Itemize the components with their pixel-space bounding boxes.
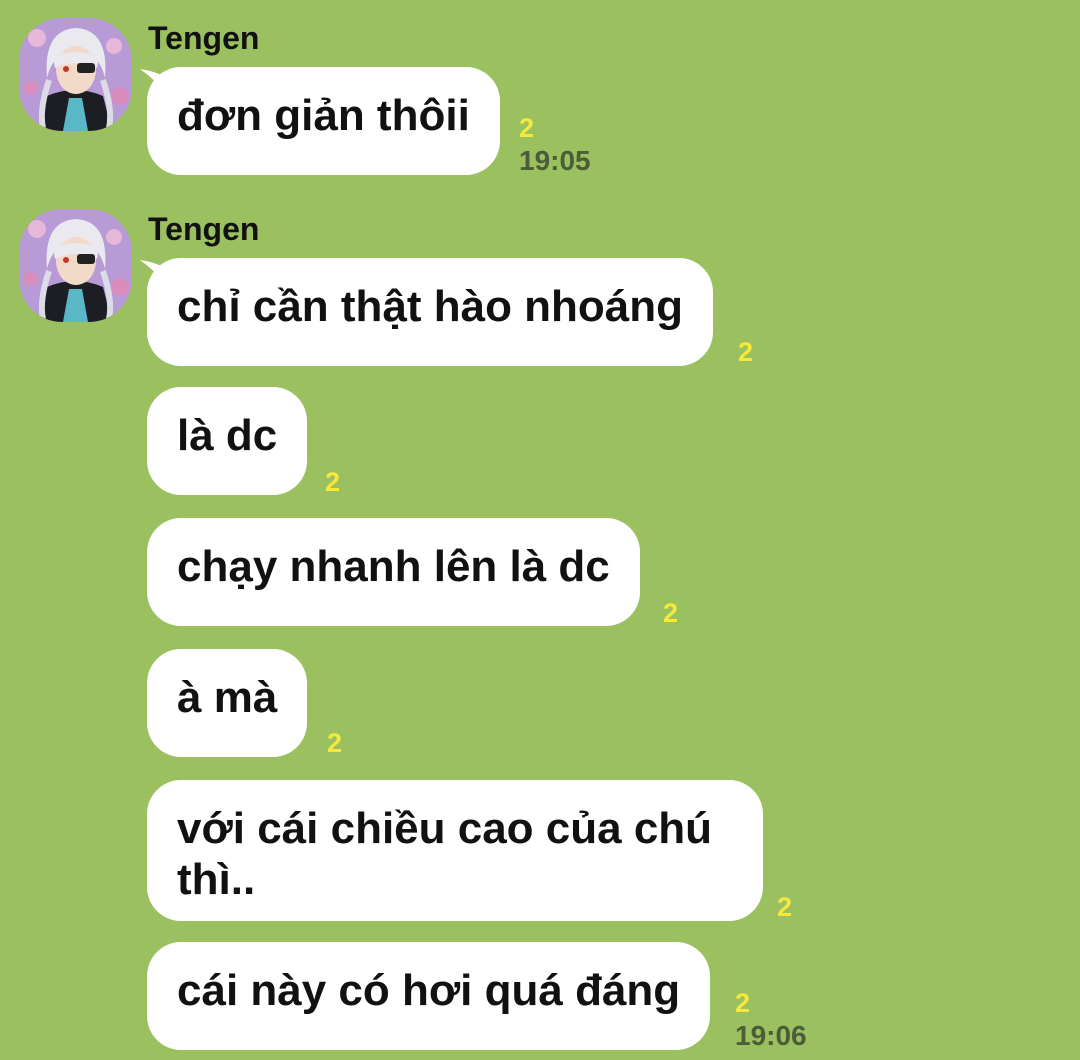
message-bubble[interactable]: chạy nhanh lên là dc bbox=[147, 518, 640, 626]
message-bubble[interactable]: là dc bbox=[147, 387, 308, 495]
sender-avatar[interactable] bbox=[19, 18, 132, 131]
sender-name: Tengen bbox=[148, 20, 260, 56]
message-bubble[interactable]: với cái chiều cao của chú thì.. bbox=[147, 780, 763, 921]
read-count: 2 bbox=[777, 892, 793, 922]
read-count: 2 bbox=[738, 337, 754, 367]
sender-name: Tengen bbox=[148, 211, 260, 247]
message-time: 19:05 bbox=[519, 145, 591, 176]
message-bubble[interactable]: đơn giản thôii bbox=[147, 67, 500, 175]
message-bubble[interactable]: cái này có hơi quá đáng bbox=[147, 942, 711, 1050]
message-bubble[interactable]: chỉ cần thật hào nhoáng bbox=[147, 258, 714, 366]
read-count: 2 bbox=[735, 988, 751, 1018]
message-bubble[interactable]: à mà bbox=[147, 649, 308, 757]
read-count: 2 bbox=[519, 113, 535, 143]
sender-avatar[interactable] bbox=[19, 209, 132, 322]
read-count: 2 bbox=[663, 598, 679, 628]
read-count: 2 bbox=[327, 728, 343, 758]
read-count: 2 bbox=[325, 467, 341, 497]
message-time: 19:06 bbox=[735, 1020, 807, 1051]
